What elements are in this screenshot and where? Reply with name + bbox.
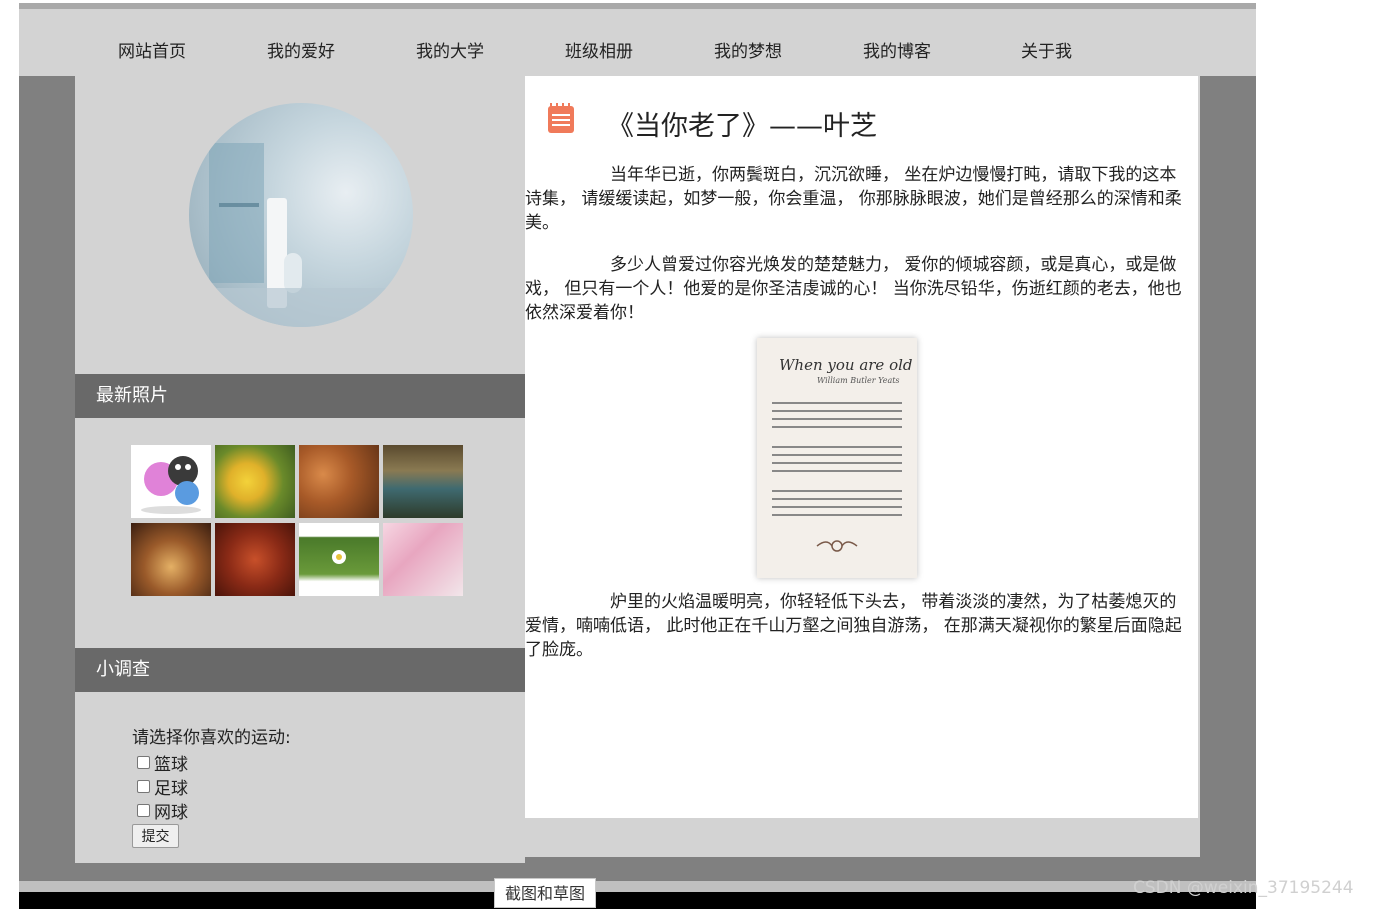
watermark: CSDN @weixin_37195244 — [1133, 878, 1354, 898]
avatar — [189, 103, 413, 327]
article-paragraph: 多少人曾爱过你容光焕发的楚楚魅力， 爱你的倾城容颜，或是真心，或是做戏， 但只有… — [525, 255, 1182, 323]
photo-thumbnail[interactable] — [299, 445, 379, 518]
main-nav: 网站首页 我的爱好 我的大学 班级相册 我的梦想 我的博客 关于我 — [19, 9, 1256, 76]
option-label: 网球 — [154, 802, 188, 823]
photo-thumbnail[interactable] — [215, 445, 295, 518]
nav-item-university[interactable]: 我的大学 — [416, 37, 484, 62]
option-basketball[interactable]: 篮球 — [132, 750, 291, 775]
nav-item-home[interactable]: 网站首页 — [118, 37, 186, 62]
option-football[interactable]: 足球 — [132, 774, 291, 799]
survey-form: 请选择你喜欢的运动: 篮球 足球 网球 提交 — [132, 726, 291, 848]
footer-bar — [19, 881, 1256, 892]
nav-item-about[interactable]: 关于我 — [1021, 37, 1072, 62]
submit-button[interactable]: 提交 — [132, 824, 179, 848]
nav-item-dream[interactable]: 我的梦想 — [714, 37, 782, 62]
poem-text-lines — [772, 402, 902, 552]
checkbox[interactable] — [137, 755, 150, 769]
option-tennis[interactable]: 网球 — [132, 798, 291, 823]
nav-item-class-album[interactable]: 班级相册 — [565, 37, 633, 62]
screenshot-tooltip: 截图和草图 — [494, 878, 596, 908]
photo-thumbnail[interactable] — [383, 445, 463, 518]
article-paragraph: 炉里的火焰温暖明亮，你轻轻低下头去， 带着淡淡的凄然，为了枯萎熄灭的爱情，喃喃低… — [525, 592, 1182, 660]
sidebar: 最新照片 小调查 请选择你喜欢的运动: 篮球 足球 网球 提交 — [75, 76, 525, 863]
article-paragraph: 当年华已逝，你两鬓斑白，沉沉欲睡， 坐在炉边慢慢打盹，请取下我的这本诗集， 请缓… — [525, 165, 1182, 233]
nav-item-blog[interactable]: 我的博客 — [863, 37, 931, 62]
article-title: 《当你老了》——叶芝 — [607, 111, 877, 142]
photo-thumbnail[interactable] — [299, 523, 379, 596]
photos-heading: 最新照片 — [75, 374, 525, 418]
bottom-black-bar — [19, 892, 1256, 909]
photo-thumbnail[interactable] — [215, 523, 295, 596]
nav-item-hobbies[interactable]: 我的爱好 — [267, 37, 335, 62]
option-label: 足球 — [154, 778, 188, 799]
photo-thumbnail[interactable] — [131, 523, 211, 596]
photo-thumbnail[interactable] — [131, 445, 211, 518]
option-label: 篮球 — [154, 754, 188, 775]
checkbox[interactable] — [137, 803, 150, 817]
notepad-icon — [548, 103, 574, 133]
survey-question: 请选择你喜欢的运动: — [132, 728, 291, 748]
photo-thumbnail[interactable] — [383, 523, 463, 596]
survey-heading: 小调查 — [75, 648, 525, 692]
poem-image: When you are old William Butler Yeats — [757, 338, 917, 578]
article: 《当你老了》——叶芝 当年华已逝，你两鬓斑白，沉沉欲睡， 坐在炉边慢慢打盹，请取… — [525, 76, 1198, 818]
checkbox[interactable] — [137, 779, 150, 793]
